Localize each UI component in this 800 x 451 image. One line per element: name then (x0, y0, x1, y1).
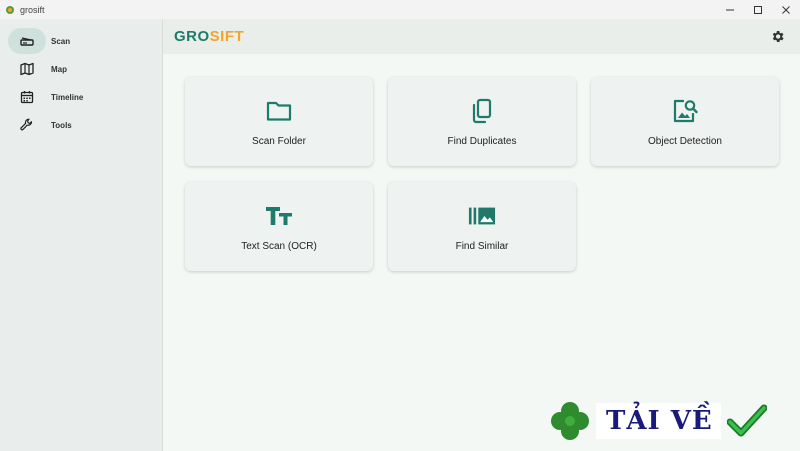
sidebar: Scan Map Timeline Tools (0, 19, 163, 451)
logo-text-gro: GRO (174, 28, 210, 45)
sidebar-item-tools[interactable]: Tools (6, 111, 162, 139)
sidebar-item-timeline[interactable]: Timeline (6, 83, 162, 111)
watermark-text: TẢI VỀ (606, 406, 713, 436)
object-detection-card[interactable]: Object Detection (591, 77, 779, 166)
scan-folder-card[interactable]: Scan Folder (185, 77, 373, 166)
card-label: Find Duplicates (447, 136, 517, 147)
app-logo-icon (5, 5, 15, 15)
main-content: GROSIFT Scan Folder Find Duplicates Obje… (163, 19, 800, 451)
similar-images-icon (468, 202, 496, 230)
scanner-icon (20, 34, 34, 48)
sidebar-item-map[interactable]: Map (6, 55, 162, 83)
duplicate-icon (468, 97, 496, 125)
card-label: Text Scan (OCR) (241, 241, 317, 252)
card-label: Scan Folder (252, 136, 306, 147)
sidebar-item-scan[interactable]: Scan (6, 27, 162, 55)
image-search-icon (671, 97, 699, 125)
wrench-icon (20, 118, 34, 132)
find-similar-card[interactable]: Find Similar (388, 182, 576, 271)
checkmark-icon (726, 404, 767, 437)
watermark: TẢI VỀ (548, 397, 800, 445)
gear-icon (772, 31, 784, 42)
map-icon (20, 62, 34, 76)
folder-icon (265, 97, 293, 125)
sidebar-item-label: Timeline (51, 92, 84, 102)
title-bar: grosift (0, 0, 800, 19)
app-header: GROSIFT (163, 19, 800, 54)
card-label: Find Similar (455, 241, 509, 252)
maximize-button[interactable] (744, 0, 772, 19)
settings-button[interactable] (769, 29, 785, 45)
sidebar-item-label: Scan (51, 36, 71, 46)
minimize-button[interactable] (716, 0, 744, 19)
close-button[interactable] (772, 0, 800, 19)
window-title: grosift (20, 4, 45, 15)
sidebar-item-label: Tools (51, 120, 72, 130)
text-scan-ocr-card[interactable]: Text Scan (OCR) (185, 182, 373, 271)
find-duplicates-card[interactable]: Find Duplicates (388, 77, 576, 166)
sidebar-item-label: Map (51, 64, 67, 74)
card-label: Object Detection (648, 136, 722, 147)
watermark-label-box: TẢI VỀ (596, 403, 721, 439)
app-logo: GROSIFT (174, 28, 244, 45)
clover-icon (551, 402, 589, 440)
calendar-icon (20, 90, 34, 104)
logo-text-sift: SIFT (209, 28, 245, 45)
text-size-icon (265, 202, 293, 230)
